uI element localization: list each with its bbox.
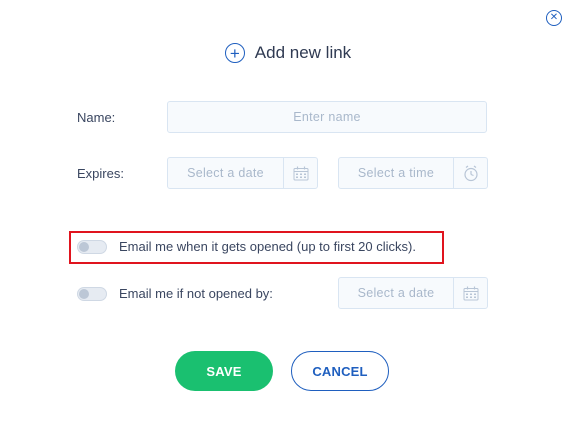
clock-icon[interactable] (453, 158, 487, 188)
expires-label: Expires: (77, 166, 124, 181)
email-not-opened-label: Email me if not opened by: (119, 286, 273, 301)
save-button[interactable]: SAVE (175, 351, 273, 391)
calendar-icon[interactable] (283, 158, 317, 188)
not-opened-date-picker[interactable]: Select a date (338, 277, 488, 309)
dialog-header: + Add new link (0, 38, 576, 68)
close-icon[interactable]: ✕ (546, 10, 562, 26)
expires-date-picker[interactable]: Select a date (167, 157, 318, 189)
not-opened-date-placeholder: Select a date (357, 286, 435, 300)
dialog-title: Add new link (254, 43, 352, 62)
add-link-dialog: ✕ + Add new link Name: Expires: Select a… (0, 0, 576, 439)
email-not-opened-toggle[interactable] (77, 287, 107, 301)
name-label: Name: (77, 110, 116, 125)
name-input[interactable] (168, 102, 486, 132)
calendar-icon[interactable] (453, 278, 487, 308)
plus-circle-icon: + (224, 43, 245, 63)
cancel-button[interactable]: CANCEL (291, 351, 389, 391)
expires-date-placeholder: Select a date (187, 166, 264, 180)
toggle-knob (79, 242, 89, 252)
email-opened-label: Email me when it gets opened (up to firs… (119, 239, 416, 254)
expires-time-picker[interactable]: Select a time (338, 157, 488, 189)
name-field (167, 101, 487, 133)
toggle-knob (79, 289, 89, 299)
email-opened-toggle[interactable] (77, 240, 107, 254)
expires-time-placeholder: Select a time (357, 166, 435, 180)
